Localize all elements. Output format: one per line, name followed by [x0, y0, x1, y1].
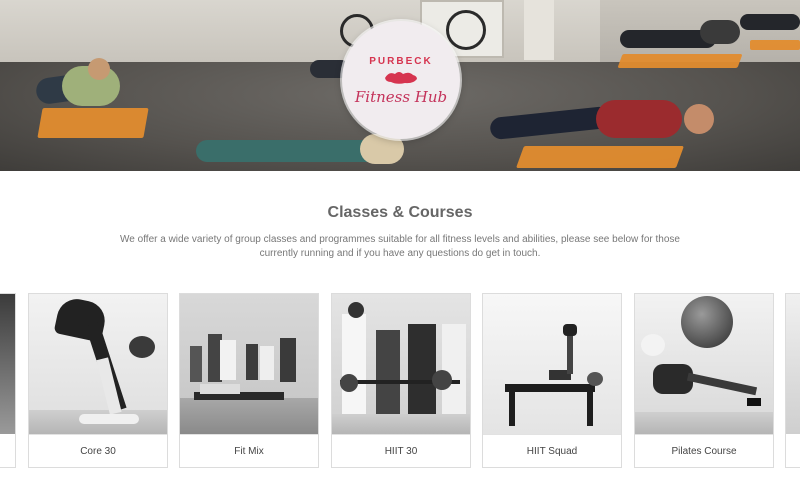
class-card-label: HIIT Squad [483, 434, 621, 467]
class-photo [483, 294, 621, 434]
class-photo [635, 294, 773, 434]
carousel-card-partial-right[interactable] [785, 293, 800, 468]
class-card-core-30[interactable]: Core 30 [28, 293, 168, 468]
class-photo [0, 294, 15, 434]
class-photo [29, 294, 167, 434]
class-photo [786, 294, 800, 434]
class-card-hiit-squad[interactable]: HIIT Squad [482, 293, 622, 468]
exercise-bike [446, 10, 486, 50]
carousel-card-partial-left[interactable] [0, 293, 16, 468]
section-description: We offer a wide variety of group classes… [120, 234, 680, 259]
logo-wordmark-script: Fitness Hub [354, 88, 448, 106]
class-photo [180, 294, 318, 434]
class-card-label: Pilates Course [635, 434, 773, 467]
hero-person [700, 20, 740, 44]
class-card-label: Fit Mix [180, 434, 318, 467]
hero-door [524, 0, 554, 60]
site-logo[interactable]: PURBECK Fitness Hub [342, 21, 460, 139]
class-card-label: Core 30 [29, 434, 167, 467]
hero-person [596, 100, 682, 138]
hero-person [88, 58, 110, 80]
hero-person [684, 104, 714, 134]
exercise-mat [37, 108, 149, 138]
hero-person [196, 140, 386, 162]
exercise-mat [515, 146, 685, 168]
section-title: Classes & Courses [327, 204, 473, 221]
class-card-label: HIIT 30 [332, 434, 470, 467]
exercise-mat [750, 40, 800, 50]
class-card-fit-mix[interactable]: Fit Mix [179, 293, 319, 468]
hero-person [740, 14, 800, 30]
class-photo [332, 294, 470, 434]
purbeck-map-icon [385, 72, 417, 84]
hero-banner: PURBECK Fitness Hub [0, 0, 800, 171]
class-card-hiit-30[interactable]: HIIT 30 [331, 293, 471, 468]
exercise-mat [617, 54, 743, 68]
class-card-pilates-course[interactable]: Pilates Course [634, 293, 774, 468]
logo-wordmark-top: PURBECK [369, 56, 433, 67]
